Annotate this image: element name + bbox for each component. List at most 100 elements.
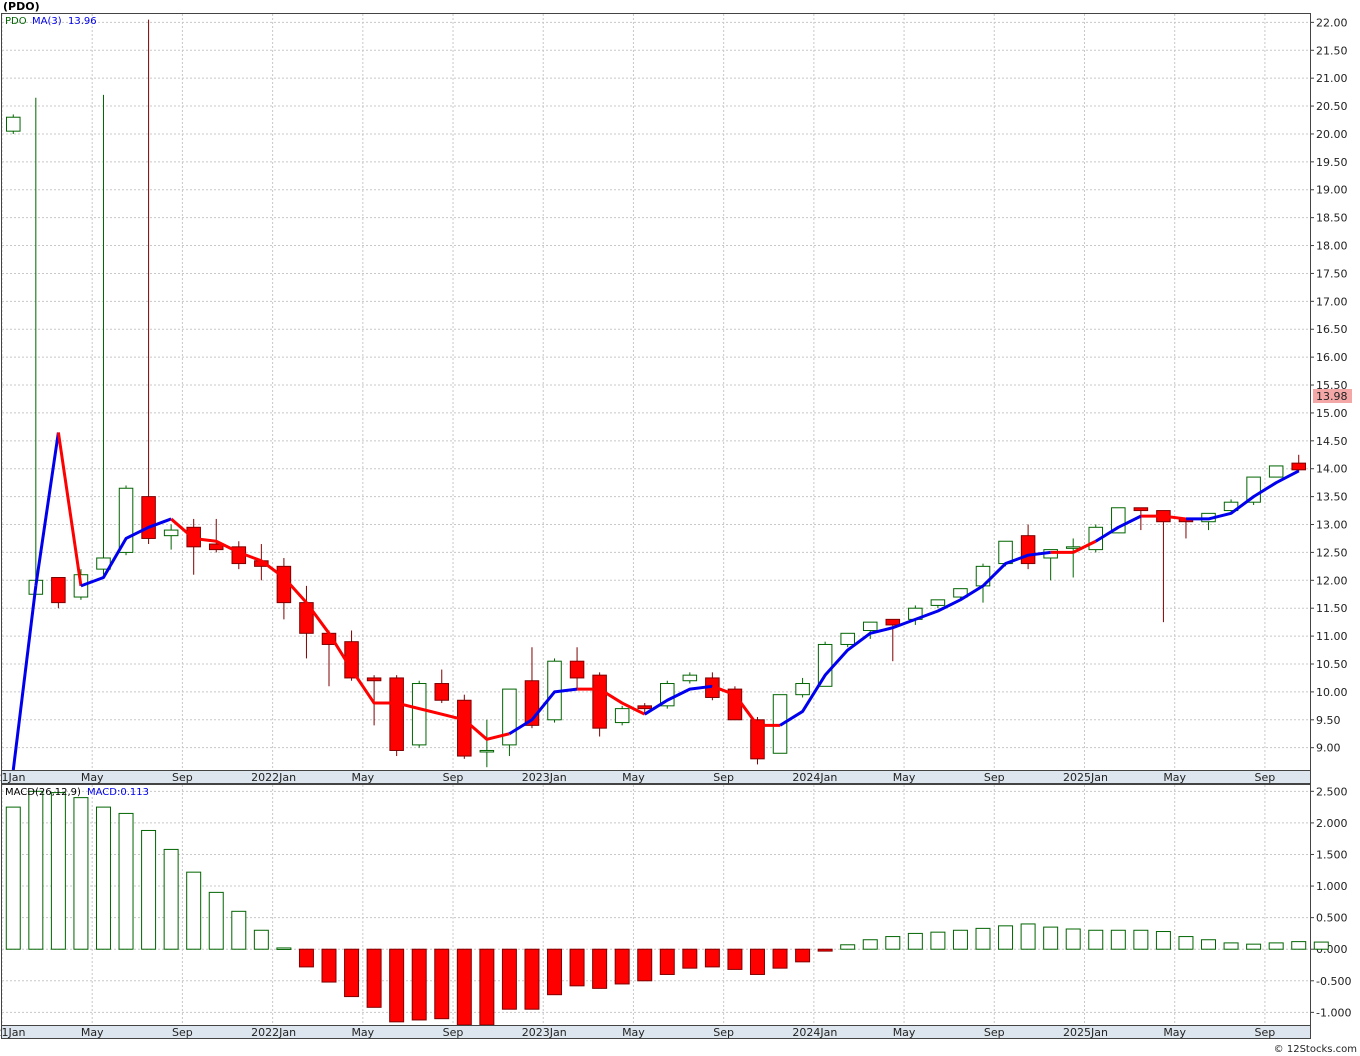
candle-body xyxy=(118,487,134,553)
macd-x-tick-label: May xyxy=(351,1026,374,1039)
macd-x-axis: 2021Jan May Sep 2022Jan May Sep 2023Jan May Sep 2… xyxy=(0,1026,1275,1039)
macd-x-tick-label: 2024Jan xyxy=(792,1026,837,1039)
chart-title: (PDO) xyxy=(3,0,40,13)
price-y-tick-label: 18.50 xyxy=(1316,212,1348,225)
macd-bar xyxy=(141,829,157,950)
macd-x-tick-label: May xyxy=(1163,1026,1186,1039)
candle-body xyxy=(389,677,404,751)
macd-bar xyxy=(118,812,134,950)
macd-bar xyxy=(5,806,21,950)
price-y-tick-label: 12.00 xyxy=(1316,574,1348,587)
macd-bar xyxy=(749,948,765,975)
macd-bar xyxy=(479,948,495,1026)
macd-bar xyxy=(231,910,247,950)
price-x-tick-label: Sep xyxy=(1255,771,1276,784)
candle-body xyxy=(1020,535,1036,565)
macd-y-tick-label: 1.000 xyxy=(1316,880,1348,893)
price-x-tick-label: Sep xyxy=(713,771,734,784)
price-y-tick-label: 9.50 xyxy=(1316,714,1341,727)
macd-bar xyxy=(208,891,224,950)
price-y-tick-label: 16.50 xyxy=(1316,323,1348,336)
macd-bar xyxy=(524,948,540,1010)
macd-y-tick-label: 1.500 xyxy=(1316,848,1348,861)
price-y-tick-label: 21.50 xyxy=(1316,44,1348,57)
candle-body xyxy=(795,683,810,696)
candle-body xyxy=(1268,465,1284,478)
candle-body xyxy=(1291,462,1306,471)
price-y-tick-label: 14.00 xyxy=(1316,463,1348,476)
macd-x-tick-label: 2021Jan xyxy=(0,1026,26,1039)
macd-bar xyxy=(862,939,878,950)
macd-bar xyxy=(907,932,923,950)
macd-bar xyxy=(637,948,653,982)
macd-bar xyxy=(434,948,450,1020)
price-x-tick-label: 2021Jan xyxy=(0,771,26,784)
price-x-tick-label: 2022Jan xyxy=(251,771,296,784)
macd-bar xyxy=(1178,936,1194,950)
macd-x-tick-label: Sep xyxy=(443,1026,464,1039)
price-x-tick-label: May xyxy=(893,771,916,784)
macd-bar xyxy=(772,948,788,969)
macd-bar xyxy=(975,927,991,950)
price-x-tick-label: 2024Jan xyxy=(792,771,837,784)
price-y-tick-label: 20.00 xyxy=(1316,128,1348,141)
macd-bar xyxy=(682,948,698,969)
macd-x-tick-label: May xyxy=(81,1026,104,1039)
macd-bar xyxy=(885,936,901,950)
macd-bar xyxy=(704,948,720,968)
price-x-tick-label: 2025Jan xyxy=(1063,771,1108,784)
macd-bar xyxy=(1110,929,1126,950)
macd-bar xyxy=(1020,923,1036,950)
ma-legend-label: MA(3) xyxy=(32,16,62,27)
macd-bar xyxy=(163,848,179,950)
candle-body xyxy=(51,577,66,604)
candle-body xyxy=(479,749,495,753)
macd-bar xyxy=(50,792,66,950)
candle-body xyxy=(6,116,21,132)
macd-y-tick-label: 2.500 xyxy=(1316,785,1348,798)
price-y-tick-label: 21.00 xyxy=(1316,72,1348,85)
macd-y-tick-label: 0.500 xyxy=(1316,912,1348,925)
price-y-tick-label: 13.50 xyxy=(1316,491,1348,504)
macd-bar xyxy=(411,948,427,1021)
price-x-axis-band xyxy=(1,770,1311,784)
macd-bar xyxy=(614,948,630,985)
macd-bar xyxy=(930,931,946,950)
macd-x-tick-label: Sep xyxy=(713,1026,734,1039)
price-y-tick-label: 18.00 xyxy=(1316,240,1348,253)
price-y-tick-label: 22.00 xyxy=(1316,16,1348,29)
price-y-tick-label: 13.00 xyxy=(1316,519,1348,532)
footer-credit: © 12Stocks.com xyxy=(1274,1044,1357,1055)
macd-legend-value: MACD:0.113 xyxy=(87,787,149,798)
macd-bar xyxy=(592,948,608,989)
macd-bar xyxy=(321,948,337,983)
candle-body xyxy=(457,699,472,757)
macd-bar xyxy=(795,948,811,963)
price-y-tick-label: 17.00 xyxy=(1316,295,1348,308)
macd-x-tick-label: May xyxy=(893,1026,916,1039)
macd-bar xyxy=(344,948,360,998)
macd-bar xyxy=(998,925,1014,950)
macd-bar xyxy=(276,947,292,950)
macd-bar xyxy=(389,948,405,1023)
candle-body xyxy=(930,599,946,606)
macd-bar xyxy=(952,929,968,950)
price-x-tick-label: May xyxy=(1163,771,1186,784)
macd-bar xyxy=(73,797,89,950)
macd-bar xyxy=(1313,941,1329,950)
price-x-tick-label: May xyxy=(622,771,645,784)
macd-bar xyxy=(659,948,675,975)
macd-bar xyxy=(298,948,314,968)
chart-background xyxy=(0,0,1360,1056)
macd-bar xyxy=(186,871,202,950)
ma-legend-value: 13.96 xyxy=(68,16,97,27)
macd-x-tick-label: Sep xyxy=(172,1026,193,1039)
macd-bar xyxy=(1268,942,1284,950)
macd-x-tick-label: May xyxy=(622,1026,645,1039)
candle-body xyxy=(885,618,901,626)
price-y-tick-label: 12.50 xyxy=(1316,546,1348,559)
macd-bar xyxy=(1043,926,1059,950)
macd-bar xyxy=(1246,943,1262,950)
macd-bar xyxy=(1291,941,1307,950)
price-y-tick-label: 10.00 xyxy=(1316,686,1348,699)
